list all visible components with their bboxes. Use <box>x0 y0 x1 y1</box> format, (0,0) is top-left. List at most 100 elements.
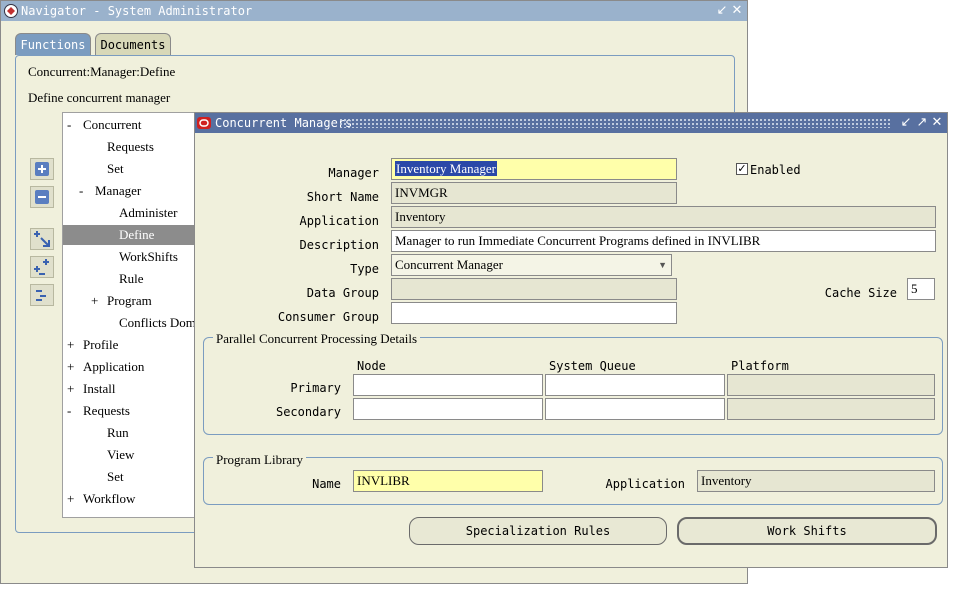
tree-item-label: Run <box>107 425 129 440</box>
tree-item[interactable]: - Requests <box>67 401 130 421</box>
expand-button[interactable] <box>30 158 54 180</box>
tab-documents-label: Documents <box>100 38 166 52</box>
tree-item[interactable]: - Manager <box>79 181 141 201</box>
specialization-rules-button[interactable]: Specialization Rules <box>409 517 667 545</box>
tree-toggle-icon[interactable]: + <box>67 489 79 509</box>
tree-item[interactable]: + Install <box>67 379 116 399</box>
tree-item[interactable]: Define <box>91 225 154 245</box>
close-icon[interactable]: ✕ <box>730 3 744 19</box>
enabled-checkbox[interactable]: ✓ <box>736 163 748 175</box>
tree-toggle-icon[interactable]: + <box>67 335 79 355</box>
expand-icon <box>35 162 49 176</box>
consumer-group-field[interactable] <box>391 302 677 324</box>
data-group-field[interactable] <box>391 278 677 300</box>
navigator-title: Navigator - System Administrator <box>21 4 253 18</box>
collapse-all-button[interactable] <box>30 284 54 306</box>
tree-toggle-icon[interactable]: - <box>67 401 79 421</box>
tree-item-label: Define <box>119 227 155 242</box>
short-name-field[interactable]: INVMGR <box>391 182 677 204</box>
app-icon <box>4 4 18 18</box>
navigator-title-bar[interactable]: Navigator - System Administrator ↙ ✕ <box>1 1 747 21</box>
primary-label: Primary <box>290 381 341 395</box>
primary-platform-field[interactable] <box>727 374 935 396</box>
tree-item[interactable]: Requests <box>79 137 154 157</box>
secondary-label: Secondary <box>275 405 341 419</box>
tree-toggle-icon[interactable]: + <box>91 291 103 311</box>
expand-all-button[interactable] <box>30 256 54 278</box>
parallel-processing-title: Parallel Concurrent Processing Details <box>213 331 421 347</box>
tree-item[interactable]: View <box>79 445 134 465</box>
close-icon[interactable]: ✕ <box>930 115 944 131</box>
tree-item[interactable]: + Workflow <box>67 489 135 509</box>
minimize-icon[interactable]: ↙ <box>715 3 729 19</box>
tree-item-label: Set <box>107 469 124 484</box>
primary-system-queue-field[interactable] <box>545 374 725 396</box>
collapse-button[interactable] <box>30 186 54 208</box>
tree-item-label: Program <box>107 293 152 308</box>
cache-size-label: Cache Size <box>824 286 897 300</box>
tree-item-label: Install <box>83 381 116 396</box>
function-description: Define concurrent manager <box>28 90 171 105</box>
tree-item-label: Workflow <box>83 491 136 506</box>
manager-field[interactable]: Inventory Manager <box>391 158 677 180</box>
type-label: Type <box>350 262 379 276</box>
type-value: Concurrent Manager <box>395 257 503 272</box>
type-select[interactable]: Concurrent Manager ▼ <box>391 254 672 276</box>
tree-toggle-icon[interactable]: + <box>67 379 79 399</box>
tree-item[interactable]: + Program <box>91 291 152 311</box>
consumer-group-label: Consumer Group <box>277 310 379 324</box>
cache-size-field[interactable]: 5 <box>907 278 935 300</box>
tree-item[interactable]: + Application <box>67 357 144 377</box>
cm-title-bar[interactable]: Concurrent Managers ↙ ↗ ✕ <box>195 113 947 133</box>
secondary-system-queue-field[interactable] <box>545 398 725 420</box>
expand-branch-button[interactable] <box>30 228 54 250</box>
tree-item[interactable]: Rule <box>91 269 144 289</box>
tree-item-label: WorkShifts <box>119 249 178 264</box>
tree-item[interactable]: Run <box>79 423 129 443</box>
tree-item-label: Application <box>83 359 145 374</box>
tree-item[interactable]: Set <box>79 159 124 179</box>
tree-toggle-icon[interactable]: - <box>67 115 79 135</box>
oracle-icon <box>197 117 211 129</box>
tree-item-label: Requests <box>107 139 154 154</box>
tree-item[interactable]: - Concurrent <box>67 115 141 135</box>
secondary-platform-field[interactable] <box>727 398 935 420</box>
node-column-header: Node <box>357 359 386 373</box>
tree-item-label: Manager <box>95 183 142 198</box>
primary-node-field[interactable] <box>353 374 543 396</box>
collapse-icon <box>35 190 49 204</box>
work-shifts-button[interactable]: Work Shifts <box>677 517 937 545</box>
tree-item[interactable]: WorkShifts <box>91 247 178 267</box>
library-name-field[interactable]: INVLIBR <box>353 470 543 492</box>
minimize-icon[interactable]: ↙ <box>899 115 913 131</box>
library-application-field[interactable]: Inventory <box>697 470 935 492</box>
tree-item-label: Profile <box>83 337 119 352</box>
tree-toggle-icon[interactable]: - <box>79 181 91 201</box>
tree-toggle-icon[interactable]: + <box>67 357 79 377</box>
work-shifts-label: Work Shifts <box>767 524 847 538</box>
description-label: Description <box>299 238 379 252</box>
function-name: Concurrent:Manager:Define <box>28 64 176 79</box>
manager-label: Manager <box>328 166 379 180</box>
chevron-down-icon: ▼ <box>658 260 667 270</box>
tree-item[interactable]: + Profile <box>67 335 118 355</box>
tree-item[interactable]: Administer <box>91 203 178 223</box>
library-application-label: Application <box>605 477 685 491</box>
cm-title: Concurrent Managers <box>215 116 353 130</box>
maximize-icon[interactable]: ↗ <box>915 115 929 131</box>
expand-branch-icon <box>34 231 50 247</box>
tree-item[interactable]: Set <box>79 467 124 487</box>
program-library-title: Program Library <box>213 452 307 468</box>
application-label: Application <box>299 214 379 228</box>
description-field[interactable]: Manager to run Immediate Concurrent Prog… <box>391 230 936 252</box>
tree-item-label: View <box>107 447 135 462</box>
application-field[interactable]: Inventory <box>391 206 936 228</box>
short-name-label: Short Name <box>306 190 379 204</box>
tab-functions-label: Functions <box>20 38 86 52</box>
tab-functions[interactable]: Functions <box>15 33 91 55</box>
specialization-rules-label: Specialization Rules <box>465 524 611 538</box>
tab-documents[interactable]: Documents <box>95 33 171 55</box>
library-name-label: Name <box>312 477 341 491</box>
tree-item-label: Rule <box>119 271 144 286</box>
secondary-node-field[interactable] <box>353 398 543 420</box>
